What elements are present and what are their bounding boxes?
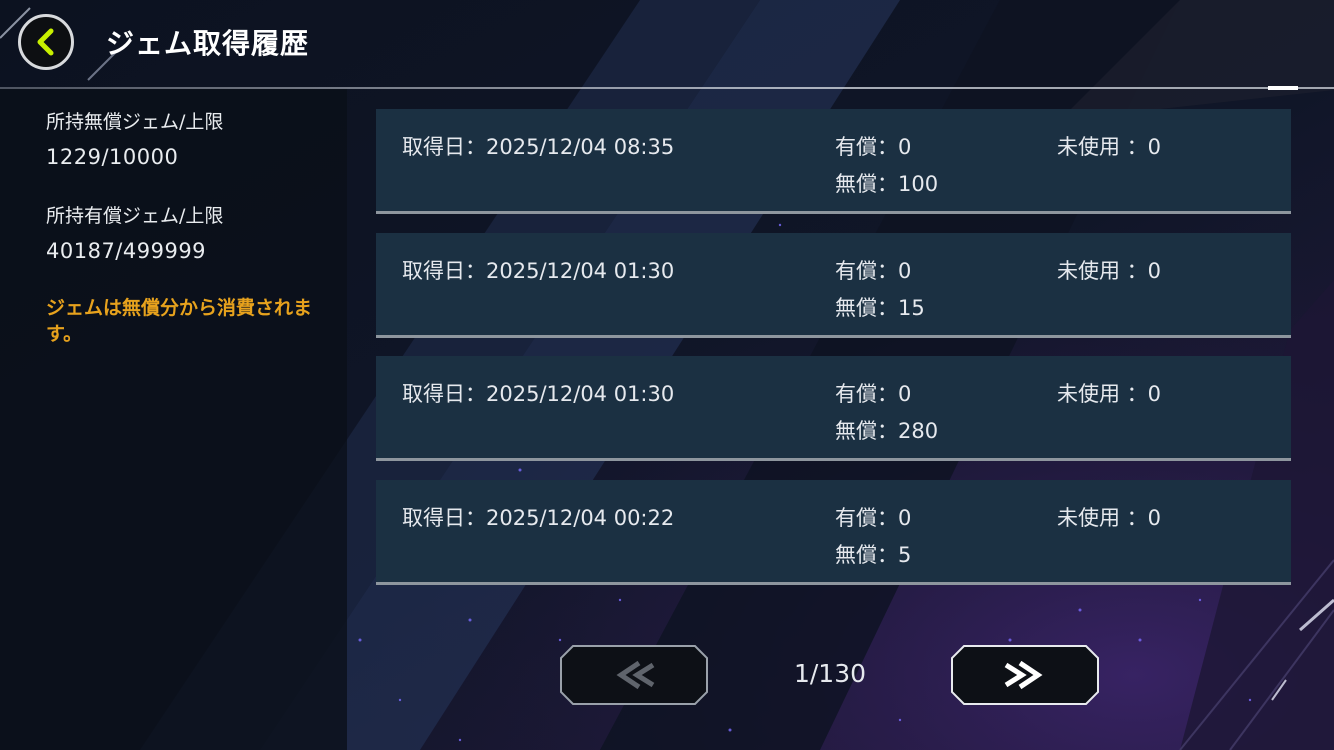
- history-entry: 取得日：2025/12/04 01:30 有償：0 無償：280 未使用 ：0: [376, 356, 1291, 461]
- gem-summary-panel: 所持無償ジェム/上限 1229/10000 所持有償ジェム/上限 40187/4…: [0, 89, 347, 750]
- header: ジェム取得履歴: [0, 0, 1334, 90]
- unused-amount: 未使用 ：0: [1057, 259, 1162, 283]
- acquired-date: 取得日：2025/12/04 00:22: [402, 506, 675, 530]
- paid-amount: 有償：0: [835, 259, 912, 283]
- paid-amount: 有償：0: [835, 135, 912, 159]
- history-entry: 取得日：2025/12/04 00:22 有償：0 無償：5 未使用 ：0: [376, 480, 1291, 585]
- free-amount: 無償：100: [835, 172, 939, 196]
- history-entry: 取得日：2025/12/04 08:35 有償：0 無償：100 未使用 ：0: [376, 109, 1291, 214]
- free-amount: 無償：280: [835, 419, 939, 443]
- acquired-date: 取得日：2025/12/04 01:30: [402, 259, 675, 283]
- paid-amount: 有償：0: [835, 506, 912, 530]
- free-amount: 無償：5: [835, 543, 912, 567]
- page-title: ジェム取得履歴: [106, 27, 310, 60]
- free-amount: 無償：15: [835, 296, 925, 320]
- unused-amount: 未使用 ：0: [1057, 382, 1162, 406]
- next-page-button[interactable]: [950, 645, 1100, 705]
- prev-page-button[interactable]: [559, 645, 709, 705]
- back-button[interactable]: [18, 14, 74, 70]
- page-indicator: 1/130: [793, 659, 867, 688]
- header-accent-dash: [1268, 86, 1298, 90]
- consumption-note: ジェムは無償分から消費されます。: [46, 297, 313, 345]
- unused-amount: 未使用 ：0: [1057, 506, 1162, 530]
- free-gems-value: 1229/10000: [46, 145, 179, 169]
- paid-gems-value: 40187/499999: [46, 239, 207, 263]
- acquired-date: 取得日：2025/12/04 08:35: [402, 135, 675, 159]
- chevron-left-icon: [37, 28, 54, 56]
- paid-gems-label: 所持有償ジェム/上限: [46, 205, 224, 227]
- history-entry: 取得日：2025/12/04 01:30 有償：0 無償：15 未使用 ：0: [376, 233, 1291, 338]
- acquired-date: 取得日：2025/12/04 01:30: [402, 382, 675, 406]
- free-gems-label: 所持無償ジェム/上限: [46, 111, 224, 133]
- unused-amount: 未使用 ：0: [1057, 135, 1162, 159]
- paid-amount: 有償：0: [835, 382, 912, 406]
